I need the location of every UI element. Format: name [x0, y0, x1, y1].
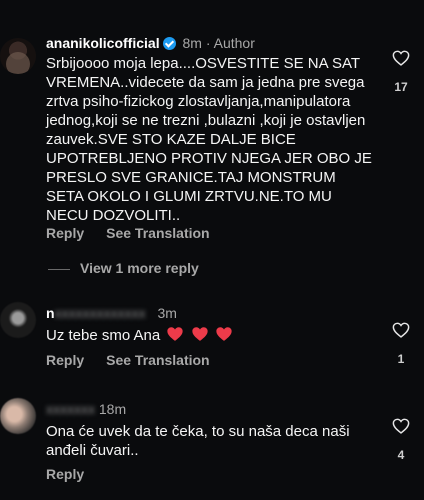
comment-text: Ona će uvek da te čeka, to su naša deca … [46, 423, 350, 459]
comment-author: ananikolicofficial 8m · Author Srbijoooo… [0, 0, 424, 250]
like-count: 17 [394, 80, 408, 94]
comment-text-content: Uz tebe smo Ana [46, 327, 161, 344]
comment-header: ananikolicofficial 8m · Author [46, 35, 255, 51]
comment-time: 3m [157, 305, 177, 321]
view-more-replies-button[interactable]: View 1 more reply [48, 260, 199, 276]
reply-button[interactable]: Reply [46, 466, 84, 482]
comment-reply: nxxxxxxxxxxxxx 3m Uz tebe smo Ana Reply S… [0, 300, 424, 380]
comment-actions: Reply [46, 466, 106, 482]
like-heart-icon[interactable] [392, 418, 410, 434]
comment-header: xxxxxxx 18m [46, 400, 126, 418]
red-heart-emoji-icon [216, 327, 232, 341]
like-heart-icon[interactable] [392, 322, 410, 338]
comment-time: 18m [98, 401, 127, 417]
avatar[interactable] [0, 398, 36, 434]
avatar[interactable] [0, 38, 36, 74]
view-more-label[interactable]: View 1 more reply [80, 260, 199, 276]
red-heart-emoji-icon [167, 327, 184, 341]
username[interactable]: ananikolicofficial [46, 35, 160, 51]
avatar[interactable] [0, 302, 36, 338]
author-badge: Author [213, 35, 255, 51]
comment-actions: Reply See Translation [46, 225, 232, 241]
red-heart-emoji-icon [191, 327, 208, 341]
see-translation-button[interactable]: See Translation [106, 225, 209, 241]
comment-time: 8m [182, 35, 202, 51]
comment-reply: xxxxxxx 18m Ona će uvek da te čeka, to s… [0, 396, 424, 500]
see-translation-button[interactable]: See Translation [106, 352, 209, 368]
blurred-username: xxxxxxx [46, 401, 95, 417]
like-count: 4 [397, 448, 405, 462]
comment-header: nxxxxxxxxxxxxx 3m [46, 304, 177, 322]
reply-button[interactable]: Reply [46, 352, 84, 368]
username[interactable]: n [46, 305, 55, 321]
divider-line [48, 268, 70, 270]
like-count: 1 [397, 352, 405, 366]
comment-text: Srbijoooo moja lepa....OSVESTITE SE NA S… [46, 55, 372, 224]
like-heart-icon[interactable] [392, 50, 410, 66]
reply-button[interactable]: Reply [46, 225, 84, 241]
comment-actions: Reply See Translation [46, 352, 232, 368]
verified-badge-icon [162, 37, 176, 50]
comment-text: Uz tebe smo Ana [46, 326, 376, 345]
blurred-username: xxxxxxxxxxxxx [54, 305, 146, 321]
